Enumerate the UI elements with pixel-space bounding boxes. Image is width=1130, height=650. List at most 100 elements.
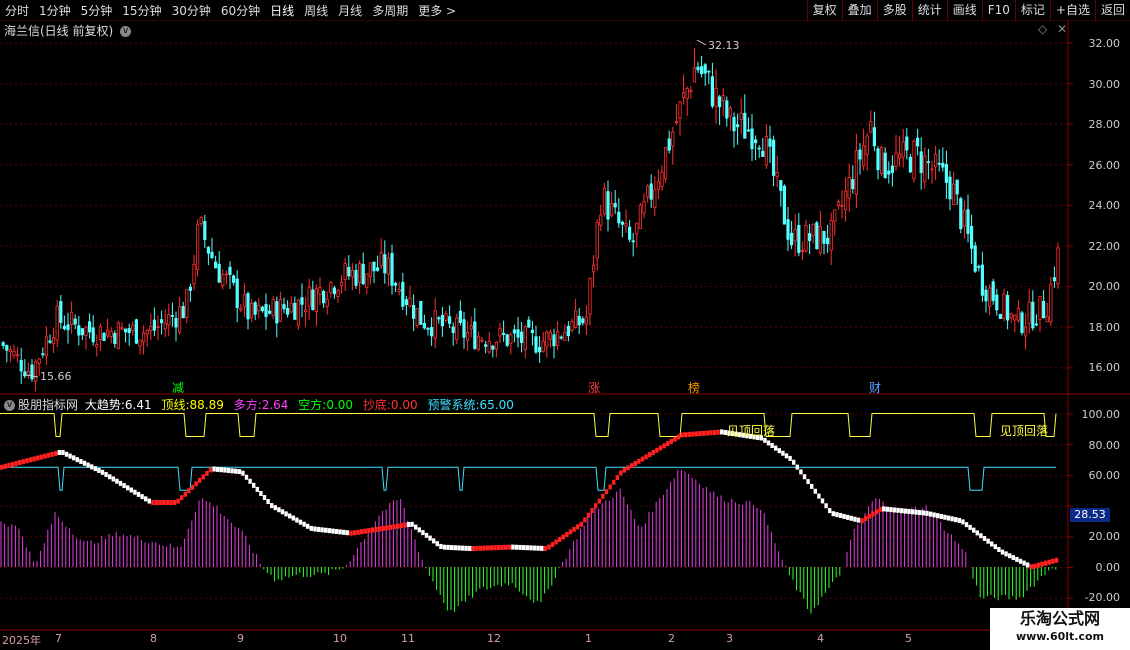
trend-segment — [291, 515, 295, 521]
trend-segment — [370, 527, 375, 533]
candle-body — [1042, 300, 1046, 319]
candle-body — [635, 222, 639, 235]
candle-body — [379, 252, 383, 267]
chevron-down-icon[interactable]: v — [120, 26, 132, 37]
trend-segment — [925, 510, 929, 516]
chevron-down-icon[interactable]: v — [4, 400, 15, 411]
candle-body — [764, 136, 769, 166]
candle-body — [170, 315, 174, 317]
candle-body — [192, 263, 196, 285]
trend-segment — [262, 494, 267, 500]
price-axis-tick: 32.00 — [1088, 37, 1121, 50]
candle-body — [411, 304, 416, 319]
candle-body — [790, 232, 794, 246]
candle-body — [894, 152, 898, 167]
candle-body — [98, 326, 102, 340]
trend-segment — [676, 434, 681, 440]
candle-body — [721, 95, 725, 101]
trend-segment — [903, 508, 907, 514]
trend-segment — [957, 517, 961, 523]
trend-segment — [928, 511, 933, 517]
trend-segment — [939, 513, 943, 519]
candle-body — [113, 333, 117, 344]
trend-segment — [21, 459, 25, 465]
trend-segment — [187, 488, 191, 494]
candle-body — [163, 322, 167, 330]
candle-body — [124, 328, 128, 333]
price-axis-tick: 28.00 — [1088, 118, 1121, 131]
candle-body — [804, 225, 808, 252]
candle-body — [530, 329, 535, 334]
indicator-field-bottom: 抄底:0.00 — [362, 398, 418, 412]
candle-body — [761, 150, 765, 157]
trend-segment — [493, 545, 497, 551]
trend-segment — [111, 476, 115, 482]
event-mark-ranking[interactable]: 榜 — [688, 379, 700, 396]
trend-segment — [32, 456, 36, 462]
candle-body — [941, 162, 945, 168]
close-icon[interactable]: ✕ — [1057, 22, 1067, 36]
trend-segment — [450, 545, 454, 551]
trend-segment — [151, 500, 155, 506]
candle-body — [12, 350, 16, 356]
price-axis-tick: 16.00 — [1088, 361, 1121, 374]
trend-segment — [162, 500, 166, 506]
time-axis-month: 1 — [585, 632, 592, 645]
candle-body — [426, 327, 430, 330]
trend-segment — [460, 545, 465, 551]
trend-segment — [590, 507, 594, 513]
candle-body — [1027, 301, 1031, 324]
candle-body — [602, 187, 607, 215]
candle-body — [624, 222, 628, 227]
event-mark-finance[interactable]: 财 — [869, 379, 881, 396]
trend-segment — [831, 511, 835, 517]
candle-body — [372, 261, 376, 272]
trend-segment — [25, 458, 29, 464]
trend-segment — [892, 507, 897, 513]
trend-segment — [176, 498, 180, 504]
diamond-icon[interactable]: ◇ — [1038, 22, 1047, 36]
candle-body — [1034, 323, 1038, 326]
candle-body — [440, 314, 445, 327]
trend-segment — [604, 489, 609, 495]
candle-body — [646, 185, 650, 198]
trend-segment — [828, 508, 832, 514]
candle-body — [559, 336, 563, 339]
candle-body — [613, 203, 617, 208]
candle-body — [617, 211, 621, 224]
candle-body — [462, 319, 466, 338]
candle-body — [91, 327, 95, 343]
candle-body — [246, 293, 250, 320]
candle-body — [739, 113, 743, 120]
candle-body — [768, 138, 772, 147]
candle-body — [210, 251, 214, 259]
trend-segment — [417, 527, 421, 533]
trend-segment — [820, 498, 825, 504]
time-axis-month: 3 — [726, 632, 733, 645]
candle-body — [1056, 247, 1060, 285]
trend-segment — [878, 507, 882, 513]
candle-body — [815, 222, 819, 250]
trend-segment — [806, 479, 810, 485]
trend-segment — [1018, 558, 1023, 564]
candle-body — [1013, 314, 1017, 321]
chart-canvas[interactable] — [0, 0, 1130, 650]
candle-body — [926, 161, 931, 164]
candle-body — [880, 147, 884, 174]
trend-segment — [378, 526, 382, 532]
candle-body — [707, 70, 711, 73]
trend-segment — [298, 519, 303, 525]
trend-segment — [75, 457, 79, 463]
trend-segment — [1026, 562, 1030, 568]
candle-body — [347, 266, 351, 277]
event-mark-limit-up[interactable]: 涨 — [588, 379, 600, 396]
trend-segment — [190, 484, 195, 490]
main-chart-header: 海兰信(日线 前复权) v — [4, 22, 132, 39]
candle-body — [1052, 277, 1056, 282]
trend-segment — [360, 529, 364, 535]
candle-body — [631, 240, 635, 243]
candle-body — [545, 331, 549, 347]
candle-body — [156, 326, 160, 328]
candle-body — [937, 162, 941, 165]
event-mark-reduce[interactable]: 减 — [172, 379, 184, 396]
